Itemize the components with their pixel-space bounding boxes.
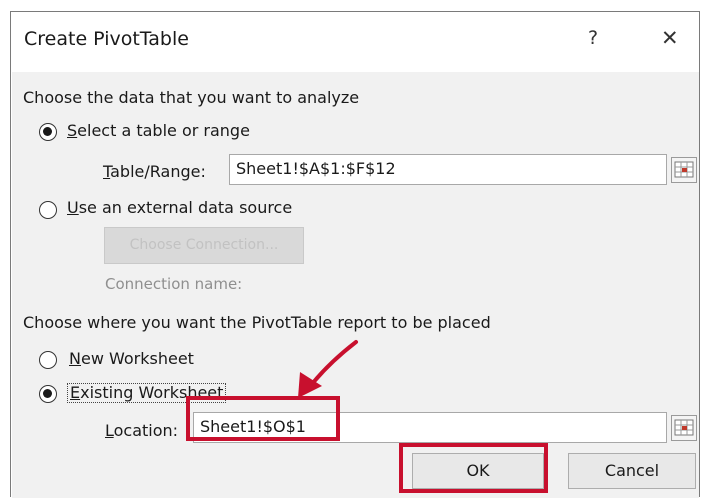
- arrow-annotation: [298, 340, 358, 398]
